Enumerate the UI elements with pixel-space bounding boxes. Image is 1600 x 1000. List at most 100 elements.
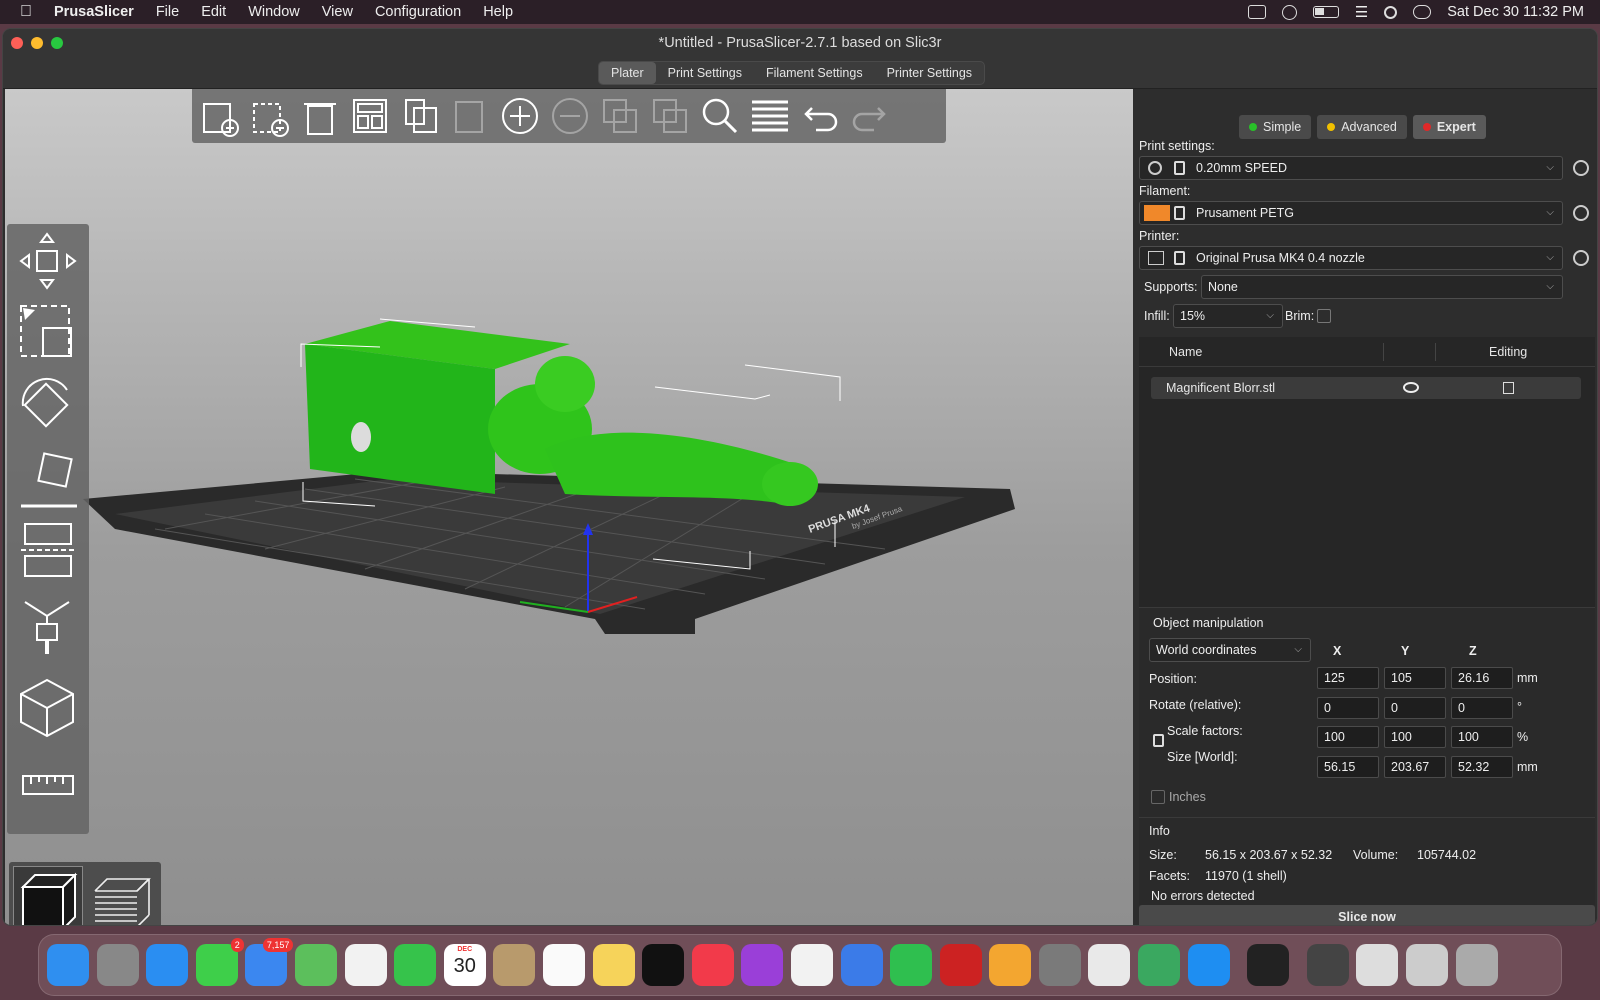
printer-gear-icon[interactable]: [1573, 250, 1589, 266]
dock-tv-icon[interactable]: [642, 944, 685, 986]
dock-facetime-icon[interactable]: [394, 944, 437, 986]
rotate-icon[interactable]: [13, 376, 83, 438]
print-settings-combo[interactable]: 0.20mm SPEED ⌵: [1139, 156, 1563, 180]
dock-messages-icon[interactable]: 2: [195, 938, 244, 986]
dock-stack-icon[interactable]: [1356, 944, 1399, 986]
position-y-field[interactable]: 105: [1384, 667, 1446, 689]
control-center-icon[interactable]: [1413, 5, 1432, 19]
arrange-icon[interactable]: [348, 94, 392, 138]
delete-icon[interactable]: [248, 94, 292, 138]
model-object[interactable]: [305, 321, 818, 506]
dock-keynote-icon[interactable]: [840, 944, 883, 986]
infill-combo[interactable]: 15% ⌵: [1173, 304, 1283, 328]
inches-checkbox[interactable]: [1151, 790, 1165, 804]
dock-reminders-icon[interactable]: [542, 944, 585, 986]
dock-photos-icon[interactable]: [344, 944, 387, 986]
dock-contacts-icon[interactable]: [493, 944, 536, 986]
dock-numbers-icon[interactable]: [890, 944, 933, 986]
measure-icon[interactable]: [13, 754, 83, 816]
printer-combo[interactable]: Original Prusa MK4 0.4 nozzle ⌵: [1139, 246, 1563, 270]
dock-maps-icon[interactable]: [294, 944, 337, 986]
mode-advanced-button[interactable]: Advanced: [1317, 115, 1407, 139]
tab-print-settings[interactable]: Print Settings: [656, 62, 754, 84]
scale-x-field[interactable]: 100: [1317, 726, 1379, 748]
filament-gear-icon[interactable]: [1573, 205, 1589, 221]
dock-downloads-icon[interactable]: [1306, 944, 1349, 986]
dock-finder-icon[interactable]: [47, 944, 89, 986]
3d-viewport[interactable]: PRUSA MK4 by Josef Prusa: [5, 89, 1133, 925]
paste-icon[interactable]: [448, 94, 492, 138]
3d-view-icon[interactable]: [13, 866, 83, 925]
minimize-icon[interactable]: [31, 37, 43, 49]
seam-painting-icon[interactable]: [13, 676, 83, 738]
move-icon[interactable]: [13, 230, 83, 292]
menu-configuration[interactable]: Configuration: [364, 4, 472, 20]
menu-view[interactable]: View: [311, 4, 364, 20]
dock-safari-icon[interactable]: [146, 944, 189, 986]
search-icon[interactable]: [698, 94, 742, 138]
dock-pages-icon[interactable]: [989, 944, 1032, 986]
scale-y-field[interactable]: 100: [1384, 726, 1446, 748]
menu-help[interactable]: Help: [472, 4, 524, 20]
menu-window[interactable]: Window: [237, 4, 311, 20]
scale-z-field[interactable]: 100: [1451, 726, 1513, 748]
list-item[interactable]: Magnificent Blorr.stl: [1151, 377, 1581, 399]
archive-icon[interactable]: [1247, 5, 1266, 19]
clock[interactable]: Sat Dec 30 11:32 PM: [1447, 4, 1584, 20]
print-settings-gear-icon[interactable]: [1573, 160, 1589, 176]
supports-combo[interactable]: None ⌵: [1201, 275, 1563, 299]
search-icon[interactable]: [1384, 5, 1398, 19]
add-instance-icon[interactable]: [498, 94, 542, 138]
zoom-icon[interactable]: [51, 37, 63, 49]
undo-icon[interactable]: [798, 94, 842, 138]
dock-prusaslicer-icon[interactable]: [939, 944, 982, 986]
split-parts-icon[interactable]: [648, 94, 692, 138]
dock-app-store-icon[interactable]: [1187, 944, 1230, 986]
tab-printer-settings[interactable]: Printer Settings: [875, 62, 984, 84]
split-objects-icon[interactable]: [598, 94, 642, 138]
battery-icon[interactable]: [1312, 6, 1339, 18]
app-menu[interactable]: PrusaSlicer: [43, 4, 145, 20]
position-x-field[interactable]: 125: [1317, 667, 1379, 689]
dock-notes-icon[interactable]: [592, 944, 635, 986]
dock-podcasts-icon[interactable]: [741, 944, 784, 986]
size-y-field[interactable]: 203.67: [1384, 756, 1446, 778]
eye-icon[interactable]: [1403, 382, 1419, 393]
dock-launchpad-icon[interactable]: [96, 944, 139, 986]
menu-edit[interactable]: Edit: [190, 4, 237, 20]
mode-expert-button[interactable]: Expert: [1412, 115, 1486, 139]
edit-icon[interactable]: [1503, 382, 1514, 394]
menu-file[interactable]: File: [145, 4, 190, 20]
copy-icon[interactable]: [398, 94, 442, 138]
dock-trash-icon[interactable]: [1455, 944, 1498, 986]
mode-simple-button[interactable]: Simple: [1239, 115, 1312, 139]
dock-system-settings-icon[interactable]: [1038, 944, 1081, 986]
filament-combo[interactable]: Prusament PETG ⌵: [1139, 201, 1563, 225]
rotate-y-field[interactable]: 0: [1384, 697, 1446, 719]
dock-music-icon[interactable]: [691, 944, 734, 986]
dock-blender-icon[interactable]: [1247, 944, 1290, 986]
rotate-z-field[interactable]: 0: [1451, 697, 1513, 719]
play-icon[interactable]: [1281, 4, 1297, 20]
rotate-x-field[interactable]: 0: [1317, 697, 1379, 719]
slice-now-button[interactable]: Slice now: [1139, 905, 1595, 925]
dock-news-icon[interactable]: [790, 944, 833, 986]
position-z-field[interactable]: 26.16: [1451, 667, 1513, 689]
size-x-field[interactable]: 56.15: [1317, 756, 1379, 778]
dock-mail-icon[interactable]: 7,157: [245, 938, 294, 986]
dock-calendar-icon[interactable]: DEC 30: [443, 944, 486, 986]
place-on-face-icon[interactable]: [13, 450, 83, 512]
lock-icon[interactable]: [1153, 734, 1164, 747]
tab-plater[interactable]: Plater: [599, 62, 656, 84]
col-editing[interactable]: Editing: [1489, 345, 1527, 359]
apple-icon[interactable]: : [0, 3, 43, 21]
dock-chrome-icon[interactable]: [1088, 944, 1131, 986]
paint-supports-icon[interactable]: [13, 596, 83, 658]
size-z-field[interactable]: 52.32: [1451, 756, 1513, 778]
dock-chrome-canary-icon[interactable]: [1138, 944, 1181, 986]
remove-instance-icon[interactable]: [548, 94, 592, 138]
dock-stack-icon[interactable]: [1406, 944, 1449, 986]
coord-system-combo[interactable]: World coordinates ⌵: [1149, 638, 1311, 662]
preview-layers-icon[interactable]: [87, 866, 157, 925]
close-icon[interactable]: [11, 37, 23, 49]
